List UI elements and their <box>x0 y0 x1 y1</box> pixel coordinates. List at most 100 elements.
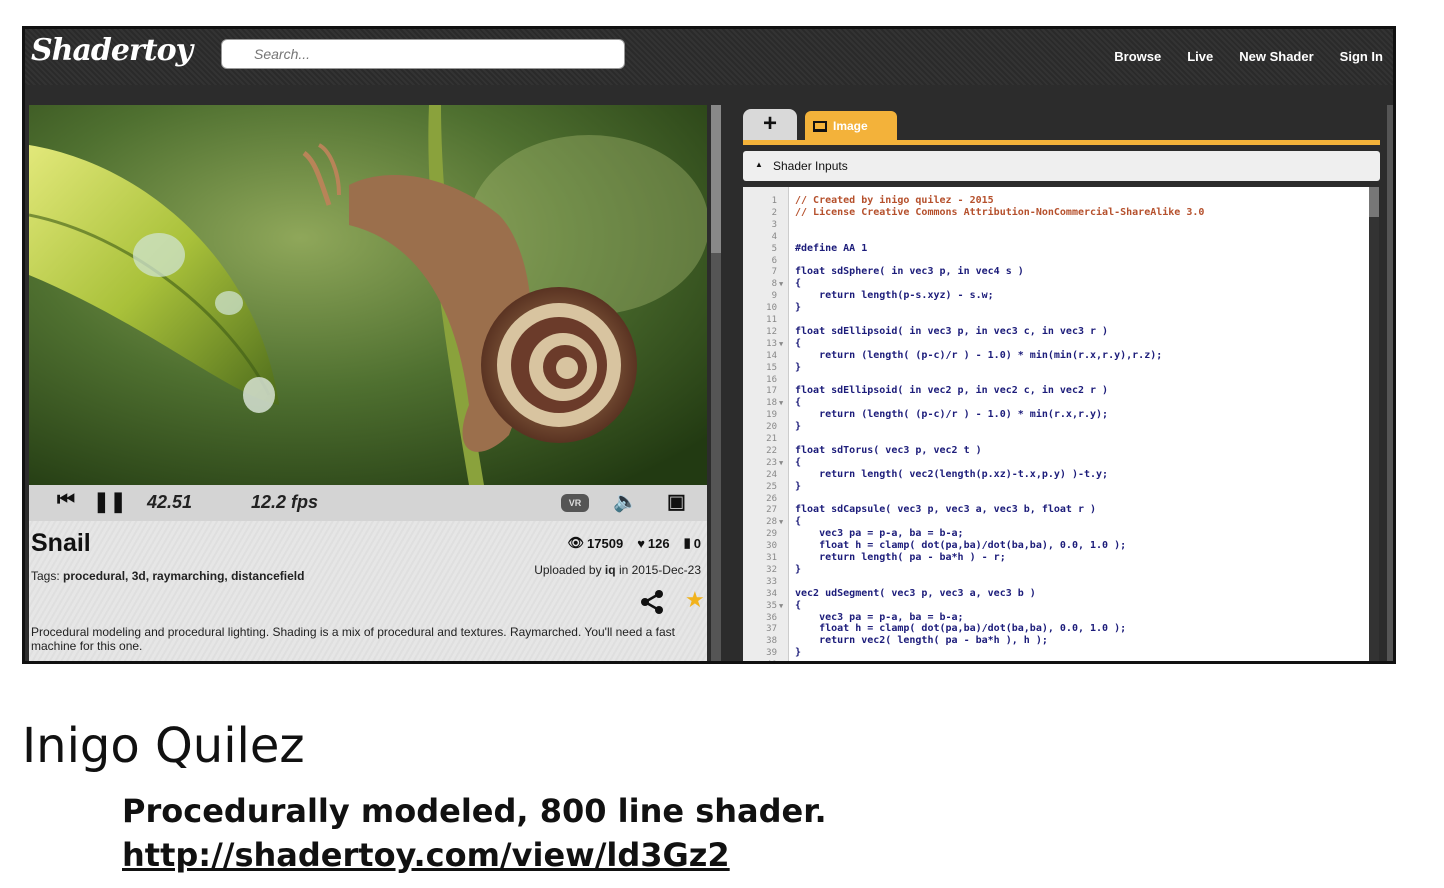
line-number: 30 <box>766 541 777 552</box>
code-line: 15} <box>743 362 1369 374</box>
code-line: 29 vec3 pa = p-a, ba = b-a; <box>743 528 1369 540</box>
search-input[interactable] <box>221 39 625 69</box>
line-number: 7 <box>771 267 777 278</box>
line-number: 36 <box>766 612 777 623</box>
code-text: { <box>795 516 802 528</box>
code-line: 6 <box>743 255 1369 267</box>
code-editor[interactable]: 1 // Created by inigo quilez - 2015 2 // Li… <box>743 187 1369 661</box>
code-text: vec2 udSegment( vec3 p, vec3 a, vec3 b ) <box>795 587 1036 599</box>
nav-sign-in[interactable]: Sign In <box>1340 49 1383 64</box>
fold-arrow-icon[interactable]: ▼ <box>779 338 783 350</box>
uploaded-info: Uploaded by iq in 2015-Dec-23 <box>534 563 701 577</box>
shadertoy-logo[interactable]: Shadertoy <box>31 33 193 68</box>
main-nav: Browse Live New Shader Sign In <box>1114 49 1383 64</box>
code-text: // License Creative Commons Attribution-… <box>795 206 1205 218</box>
code-text: return length( pa - ba*h ) - r; <box>795 552 1006 563</box>
code-text: } <box>795 480 802 492</box>
comment-icon: ▮ <box>683 535 691 550</box>
code-text: { <box>795 337 802 349</box>
scrollbar-thumb[interactable] <box>711 105 721 253</box>
code-line: 31 return length( pa - ba*h ) - r; <box>743 552 1369 564</box>
line-number: 14 <box>766 350 777 361</box>
line-number: 16 <box>766 374 777 385</box>
code-text: return (length( (p-c)/r ) - 1.0) * min(r… <box>795 409 1109 421</box>
code-line: 38 return vec2( length( pa - ba*h ), h )… <box>743 635 1369 647</box>
shader-description: Procedural modeling and procedural light… <box>31 625 676 653</box>
nav-live[interactable]: Live <box>1187 49 1213 64</box>
code-text: return vec2( length( pa - ba*h ), h ); <box>795 635 1048 647</box>
favorite-star-icon[interactable]: ★ <box>685 587 705 613</box>
tab-underline <box>743 140 1380 145</box>
shader-render-canvas[interactable] <box>29 105 707 485</box>
tab-image[interactable]: Image <box>805 111 897 141</box>
top-bar: Shadertoy Browse Live New Shader Sign In <box>25 29 1393 85</box>
uploaded-prefix: Uploaded by <box>534 563 602 577</box>
code-line: 2 // License Creative Commons Attribution… <box>743 207 1369 219</box>
code-line: 9 return length(p-s.xyz) - s.w; <box>743 290 1369 302</box>
time-readout: 42.51 <box>147 492 193 512</box>
code-text: { <box>795 397 802 409</box>
line-number: 2 <box>771 207 777 218</box>
share-icon[interactable] <box>639 589 665 615</box>
code-line: 26 <box>743 493 1369 505</box>
shader-url-link[interactable]: http://shadertoy.com/view/ld3Gz2 <box>122 836 730 874</box>
line-number: 8 <box>771 279 777 290</box>
code-line: 8 ▼ { <box>743 278 1369 290</box>
line-number: 9 <box>771 291 777 302</box>
fold-arrow-icon[interactable]: ▼ <box>779 457 783 469</box>
shader-title: Snail <box>31 529 91 557</box>
shader-inputs-toggle[interactable]: ▲ Shader Inputs <box>743 151 1380 181</box>
code-text: // Created by inigo quilez - 2015 <box>795 195 994 206</box>
code-text: #define AA 1 <box>795 242 868 254</box>
fold-arrow-icon[interactable]: ▼ <box>779 397 783 409</box>
comments-count: 0 <box>693 535 701 551</box>
nav-new-shader[interactable]: New Shader <box>1239 49 1313 64</box>
code-line: 35 ▼ { <box>743 600 1369 612</box>
code-line: 23 ▼ { <box>743 457 1369 469</box>
line-number: 34 <box>766 588 777 599</box>
code-text: float h = clamp( dot(pa,ba)/dot(ba,ba), … <box>795 540 1127 552</box>
line-number: 5 <box>771 243 777 254</box>
pause-icon[interactable]: ❚❚ <box>93 489 127 514</box>
line-number: 1 <box>771 196 777 206</box>
code-line: 30 float h = clamp( dot(pa,ba)/dot(ba,ba… <box>743 540 1369 552</box>
fold-arrow-icon[interactable]: ▼ <box>779 516 783 528</box>
editor-scrollbar[interactable] <box>1369 187 1379 661</box>
line-number: 12 <box>766 326 777 337</box>
code-text: return (length( (p-c)/r ) - 1.0) * min(m… <box>795 349 1163 361</box>
code-line: 36 vec3 pa = p-a, ba = b-a; <box>743 612 1369 624</box>
fps-readout: 12.2 fps <box>251 492 319 512</box>
line-number: 17 <box>766 386 777 397</box>
tab-image-label: Image <box>833 119 868 133</box>
uploader-link[interactable]: iq <box>605 563 616 577</box>
line-number: 4 <box>771 231 777 242</box>
code-line: 18 ▼ { <box>743 397 1369 409</box>
tags-list[interactable]: procedural, 3d, raymarching, distancefie… <box>63 569 304 583</box>
views-count: 17509 <box>587 535 624 551</box>
editor-scrollbar-thumb[interactable] <box>1369 187 1379 217</box>
code-text: float h = clamp( dot(pa,ba)/dot(ba,ba), … <box>795 623 1127 635</box>
snail-render-image <box>29 105 707 485</box>
code-line: 11 <box>743 314 1369 326</box>
line-number: 29 <box>766 529 777 540</box>
add-tab-button[interactable]: + <box>743 109 797 141</box>
code-line: 28 ▼ { <box>743 516 1369 528</box>
fold-arrow-icon[interactable]: ▼ <box>779 600 783 612</box>
vr-icon[interactable]: VR <box>561 494 589 512</box>
code-line: 20} <box>743 421 1369 433</box>
shadertoy-window: Shadertoy Browse Live New Shader Sign In <box>22 26 1396 664</box>
comments-stat[interactable]: ▮ 0 <box>684 535 701 551</box>
line-number: 21 <box>766 434 777 444</box>
rewind-icon[interactable]: ⏮ <box>57 489 75 512</box>
fold-arrow-icon[interactable]: ▼ <box>779 278 783 290</box>
likes-stat[interactable]: ♥ 126 <box>637 535 669 551</box>
code-text: } <box>795 361 802 373</box>
fullscreen-icon[interactable]: ▣ <box>667 489 686 514</box>
left-panel-scrollbar[interactable] <box>711 105 721 661</box>
code-line: 12 float sdEllipsoid( in vec3 p, in vec3 … <box>743 326 1369 338</box>
line-number: 20 <box>766 422 777 433</box>
volume-icon[interactable]: 🔈 <box>613 489 638 514</box>
code-line: 17 float sdEllipsoid( in vec2 p, in vec2 … <box>743 385 1369 397</box>
nav-browse[interactable]: Browse <box>1114 49 1161 64</box>
line-number: 22 <box>766 445 777 456</box>
